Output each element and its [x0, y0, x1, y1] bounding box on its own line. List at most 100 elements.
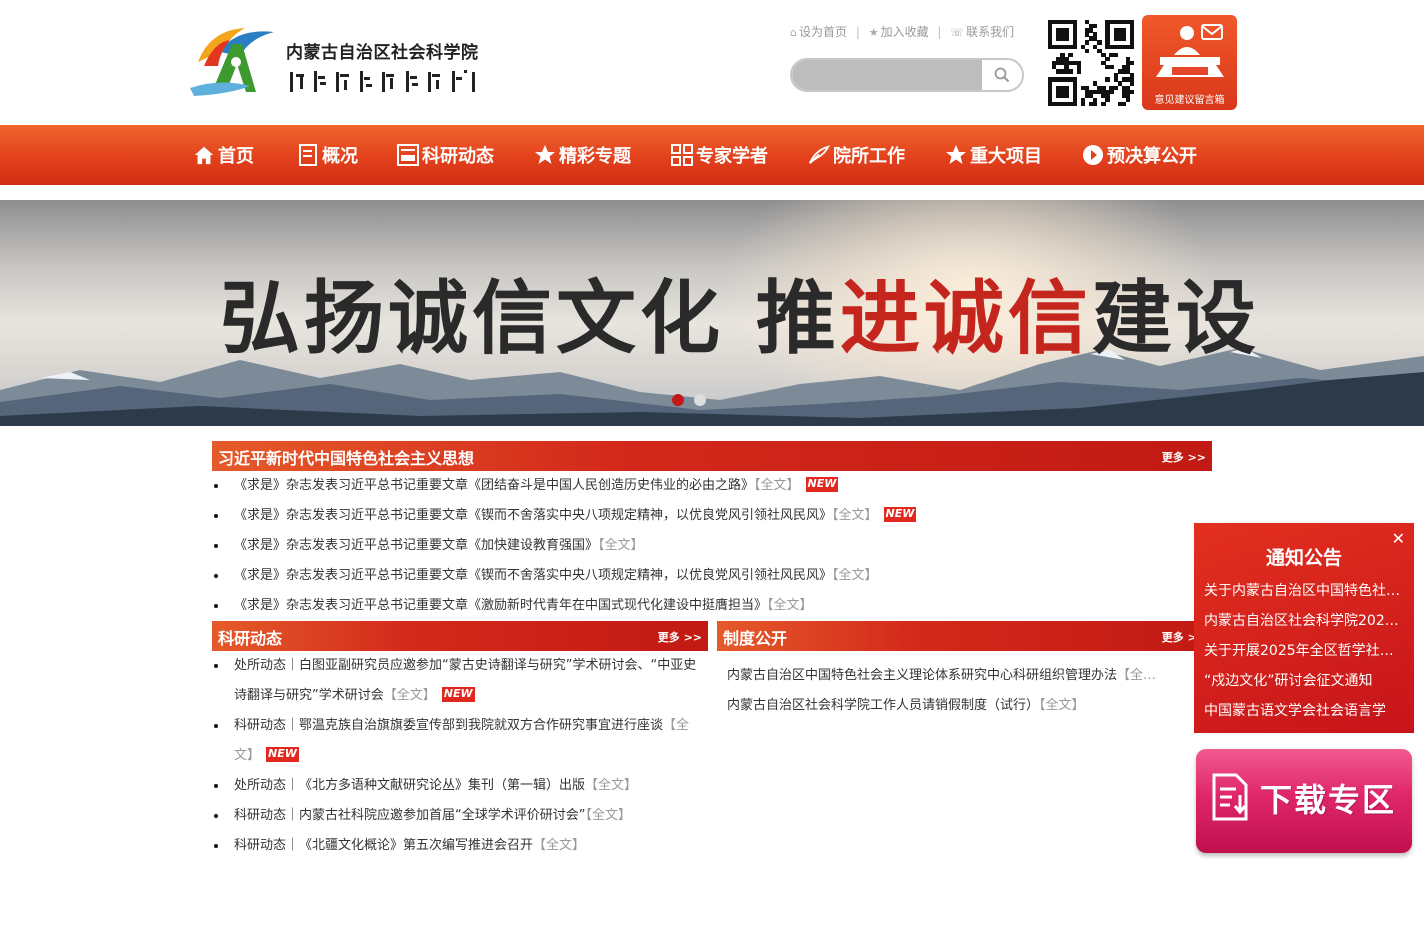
star-icon — [534, 144, 556, 166]
nav-item-major-projects[interactable]: 重大项目 — [945, 125, 1042, 185]
section-title: 科研动态 — [218, 629, 283, 648]
qr-module — [1109, 89, 1114, 94]
carousel-dot-1[interactable] — [672, 394, 684, 406]
search-button[interactable] — [982, 60, 1022, 90]
nav-item-research-news[interactable]: 科研动态 — [397, 125, 494, 185]
article-link[interactable]: 处所动态｜《北方多语种文献研究论丛》集刊（第一辑）出版 — [234, 778, 585, 793]
set-homepage-link[interactable]: 设为首页 — [799, 25, 847, 39]
search-icon — [994, 67, 1010, 83]
qr-module — [1072, 44, 1077, 49]
hero-banner[interactable]: 弘扬诚信文化 推进诚信建设 — [0, 200, 1424, 426]
nav-label: 科研动态 — [422, 146, 494, 167]
full-text-link[interactable]: 【全文】 — [384, 688, 436, 703]
nav-label: 概况 — [322, 146, 358, 167]
qr-module — [1101, 101, 1106, 107]
qr-module — [1109, 65, 1114, 70]
full-text-link[interactable]: 【全文】 — [832, 508, 878, 523]
nav-item-home[interactable]: 首页 — [193, 125, 254, 185]
nav-label: 预决算公开 — [1107, 146, 1197, 167]
contact-us-link[interactable]: 联系我们 — [966, 25, 1014, 39]
qr-module — [1093, 101, 1098, 107]
article-link[interactable]: 《求是》杂志发表习近平总书记重要文章《锲而不舍落实中央八项规定精神，以优良党风引… — [234, 508, 832, 523]
article-link[interactable]: 《求是》杂志发表习近平总书记重要文章《加快建设教育强国》 — [234, 538, 598, 553]
more-link[interactable]: 更多 >> — [658, 629, 702, 645]
banner-headline-part2a: 推 — [755, 271, 840, 365]
xi-thought-list: 《求是》杂志发表习近平总书记重要文章《团结奋斗是中国人民创造历史伟业的必由之路》… — [212, 471, 1212, 621]
article-link[interactable]: 内蒙古自治区社会科学院工作人员请销假制度（试行） — [727, 698, 1039, 713]
full-text-link[interactable]: 【全文】 — [1039, 698, 1085, 713]
list-item: 处所动态｜《北方多语种文献研究论丛》集刊（第一辑）出版【全文】 — [212, 771, 708, 801]
close-icon[interactable]: ✕ — [1392, 529, 1405, 548]
list-item: 《求是》杂志发表习近平总书记重要文章《激励新时代青年在中国式现代化建设中挺膺担当… — [212, 591, 1212, 621]
notice-item[interactable]: 关于内蒙古自治区中国特色社会主义理论体系研究中心 — [1204, 576, 1404, 606]
full-text-link[interactable]: 【全… — [1117, 668, 1156, 683]
full-text-link[interactable]: 【全文】 — [754, 478, 800, 493]
carousel-dot-2[interactable] — [694, 394, 706, 406]
qr-module — [1105, 97, 1110, 103]
qr-module — [1125, 97, 1131, 103]
article-link[interactable]: 科研动态｜《北疆文化概论》第五次编写推进会召开 — [234, 838, 533, 853]
list-item: 内蒙古自治区社会科学院工作人员请销假制度（试行）【全文】 — [717, 691, 1193, 721]
notice-item[interactable]: 中国蒙古语文学会社会语言学 — [1204, 696, 1404, 726]
full-text-link[interactable]: 【全文】 — [533, 838, 585, 853]
full-text-link[interactable]: 【全文】 — [767, 598, 813, 613]
nav-label: 精彩专题 — [559, 146, 631, 167]
article-link[interactable]: 《求是》杂志发表习近平总书记重要文章《团结奋斗是中国人民创造历史伟业的必由之路》 — [234, 478, 754, 493]
article-link[interactable]: 《求是》杂志发表习近平总书记重要文章《锲而不舍落实中央八项规定精神，以优良党风引… — [234, 568, 832, 583]
more-link[interactable]: 更多 >> — [1162, 449, 1206, 465]
search-box — [790, 58, 1024, 92]
main-nav: 首页 概况 科研动态 精彩专题 专家学者 院所工作 重大项目 预决算公开 — [0, 125, 1424, 185]
download-zone-button[interactable]: 下载专区 — [1196, 749, 1412, 853]
qr-module — [1064, 36, 1069, 41]
qr-module — [1113, 85, 1118, 90]
nav-item-budget-disclosure[interactable]: 预决算公开 — [1082, 125, 1197, 185]
qr-module — [1129, 44, 1135, 49]
section-title: 习近平新时代中国特色社会主义思想 — [218, 449, 475, 468]
site-logo[interactable]: 内蒙古自治区社会科学院 — [190, 22, 490, 100]
article-link[interactable]: 内蒙古自治区中国特色社会主义理论体系研究中心科研组织管理办法 — [727, 668, 1117, 683]
research-news-list: 处所动态｜白图亚副研究员应邀参加“蒙古史诗翻译与研究”学术研讨会、“中亚史诗翻译… — [212, 651, 708, 861]
section-header-xi-thought: 习近平新时代中国特色社会主义思想 更多 >> — [212, 441, 1212, 471]
qr-module — [1105, 77, 1110, 82]
full-text-link[interactable]: 【全文】 — [585, 808, 631, 823]
nav-item-overview[interactable]: 概况 — [297, 125, 358, 185]
mailbox-person-icon — [1156, 24, 1224, 77]
qr-module — [1105, 56, 1110, 62]
feedback-label: 意见建议留言箱 — [1154, 95, 1225, 106]
add-favorite-link[interactable]: 加入收藏 — [881, 25, 929, 39]
nav-item-institute-work[interactable]: 院所工作 — [808, 125, 905, 185]
top-links: ⌂ 设为首页 | ★ 加入收藏 | ☏ 联系我们 — [790, 23, 1014, 40]
qr-module — [1121, 36, 1127, 41]
star-icon: ★ — [868, 26, 879, 39]
nav-item-experts[interactable]: 专家学者 — [671, 125, 768, 185]
academy-emblem-icon — [190, 28, 274, 96]
feedback-mailbox-button[interactable]: 意见建议留言箱 — [1142, 15, 1237, 110]
banner-headline-part2c: 建设 — [1091, 271, 1260, 365]
qr-module — [1129, 81, 1135, 86]
site-header: 内蒙古自治区社会科学院 ⌂ 设为首页 | ★ 加入收藏 | ☏ 联系我们 意见建… — [0, 0, 1424, 125]
banner-headline-part2b: 进诚信 — [839, 271, 1092, 365]
site-title: 内蒙古自治区社会科学院 — [286, 43, 479, 63]
full-text-link[interactable]: 【全文】 — [585, 778, 637, 793]
notice-item[interactable]: “戍边文化”研讨会征文通知 — [1204, 666, 1404, 696]
search-input[interactable] — [792, 60, 982, 90]
list-item: 内蒙古自治区中国特色社会主义理论体系研究中心科研组织管理办法【全… — [717, 661, 1193, 691]
notice-title: 通知公告 — [1265, 547, 1342, 569]
list-item: 《求是》杂志发表习近平总书记重要文章《团结奋斗是中国人民创造历史伟业的必由之路》… — [212, 471, 1212, 501]
section-header-policy-disclosure: 制度公开 更多 >> — [717, 621, 1212, 651]
nav-label: 重大项目 — [970, 146, 1042, 167]
full-text-link[interactable]: 【全文】 — [832, 568, 878, 583]
list-item: 科研动态｜鄂温克族自治旗旗委宣传部到我院就双方合作研究事宜进行座谈【全文】 NEW — [212, 711, 708, 771]
notice-item[interactable]: 内蒙古自治区社会科学院2025年 — [1204, 606, 1404, 636]
nav-item-special-topics[interactable]: 精彩专题 — [534, 125, 631, 185]
qr-module — [1084, 40, 1090, 45]
notice-item[interactable]: 关于开展2025年全区哲学社会科学 — [1204, 636, 1404, 666]
new-badge: NEW — [266, 747, 299, 762]
article-link[interactable]: 科研动态｜鄂温克族自治旗旗委宣传部到我院就双方合作研究事宜进行座谈 — [234, 718, 663, 733]
article-link[interactable]: 科研动态｜内蒙古社科院应邀参加首届“全球学术评价研讨会” — [234, 808, 585, 823]
full-text-link[interactable]: 【全文】 — [598, 538, 644, 553]
article-link[interactable]: 《求是》杂志发表习近平总书记重要文章《激励新时代青年在中国式现代化建设中挺膺担当… — [234, 598, 767, 613]
qr-module — [1064, 93, 1069, 99]
carousel-dots — [672, 394, 706, 406]
banner-headline-part1: 弘扬诚信文化 — [220, 271, 724, 365]
